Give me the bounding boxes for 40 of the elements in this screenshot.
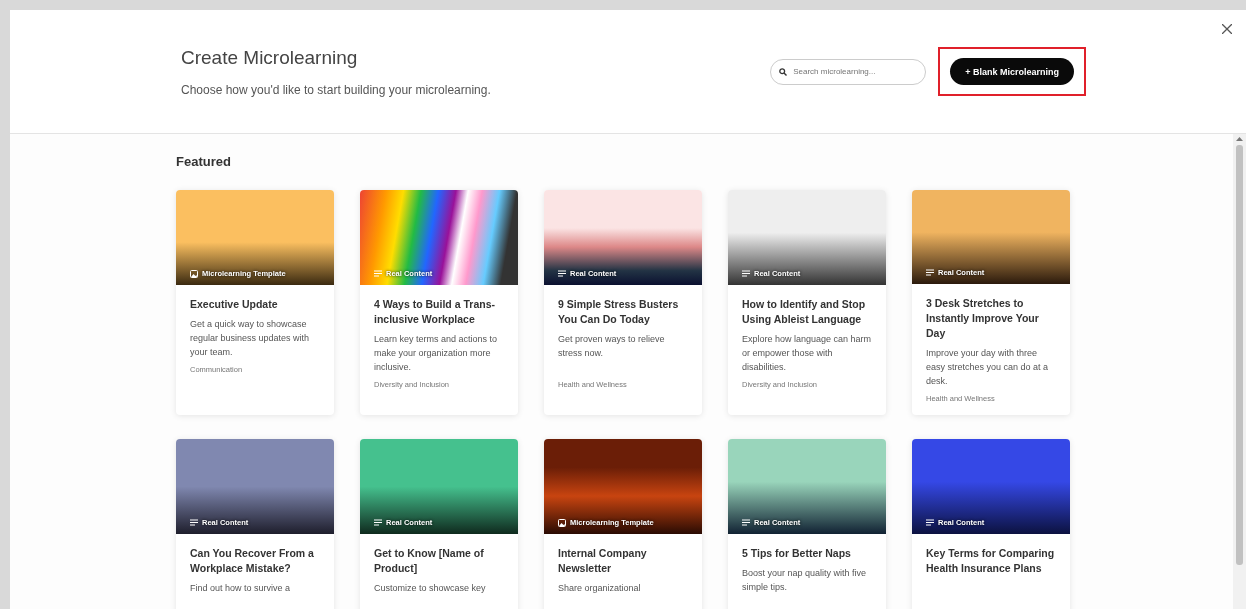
image-icon — [190, 269, 198, 278]
card-title: How to Identify and Stop Using Ableist Language — [742, 297, 867, 327]
card-description: Get a quick way to showcase regular business updates with your team. — [190, 318, 311, 359]
search-field[interactable]: Search microlearning... — [770, 58, 927, 85]
card-description: Customize to showcase key — [374, 582, 487, 595]
text-lines-icon — [742, 270, 750, 277]
text-lines-icon — [742, 519, 750, 526]
card-title: 5 Tips for Better Naps — [742, 546, 852, 561]
text-lines-icon — [374, 519, 382, 526]
card-title: 9 Simple Stress Busters You Can Do Today — [558, 297, 680, 327]
card-title: 4 Ways to Build a Trans-inclusive Workplace — [374, 297, 496, 327]
search-icon — [779, 67, 788, 76]
card-description: Boost your nap quality with five simple tips. — [742, 567, 868, 594]
card-description: Improve your day with three easy stretches you can do at a desk. — [926, 347, 1050, 388]
image-icon — [558, 518, 566, 527]
text-lines-icon — [374, 270, 382, 277]
section-heading: Featured — [176, 154, 232, 169]
scroll-up-icon — [1236, 136, 1243, 141]
text-lines-icon — [926, 269, 934, 276]
text-lines-icon — [190, 519, 198, 526]
dialog-title: Create Microlearning — [181, 46, 359, 69]
card-description: Get proven ways to relieve stress now. — [558, 333, 666, 360]
card-title: Internal Company Newsletter — [558, 546, 648, 576]
scrollbar-thumb[interactable] — [1236, 145, 1243, 565]
blank-microlearning-button[interactable]: + Blank Microlearning — [950, 58, 1074, 85]
close-button[interactable] — [1222, 24, 1232, 34]
card-title: 3 Desk Stretches to Instantly Improve Your Day — [926, 296, 1040, 341]
card-title: Executive Update — [190, 297, 279, 312]
text-lines-icon — [558, 270, 566, 277]
card-title: Key Terms for Comparing Health Insurance Plans — [926, 546, 1056, 576]
card-description: Explore how language can harm or empower those with disabilities. — [742, 333, 873, 374]
text-lines-icon — [926, 519, 934, 526]
dialog-subtitle: Choose how you'd like to start building your microlearning. — [181, 82, 492, 97]
card-title: Get to Know [Name of Product] — [374, 546, 485, 576]
card-description: Share organizational — [558, 582, 642, 595]
scrollbar[interactable] — [1233, 134, 1246, 609]
card-description: Learn key terms and actions to make your organization more inclusive. — [374, 333, 499, 374]
card-title: Can You Recover From a Workplace Mistake? — [190, 546, 315, 576]
close-icon — [1222, 24, 1232, 34]
card-description: Find out how to survive a — [190, 582, 292, 595]
